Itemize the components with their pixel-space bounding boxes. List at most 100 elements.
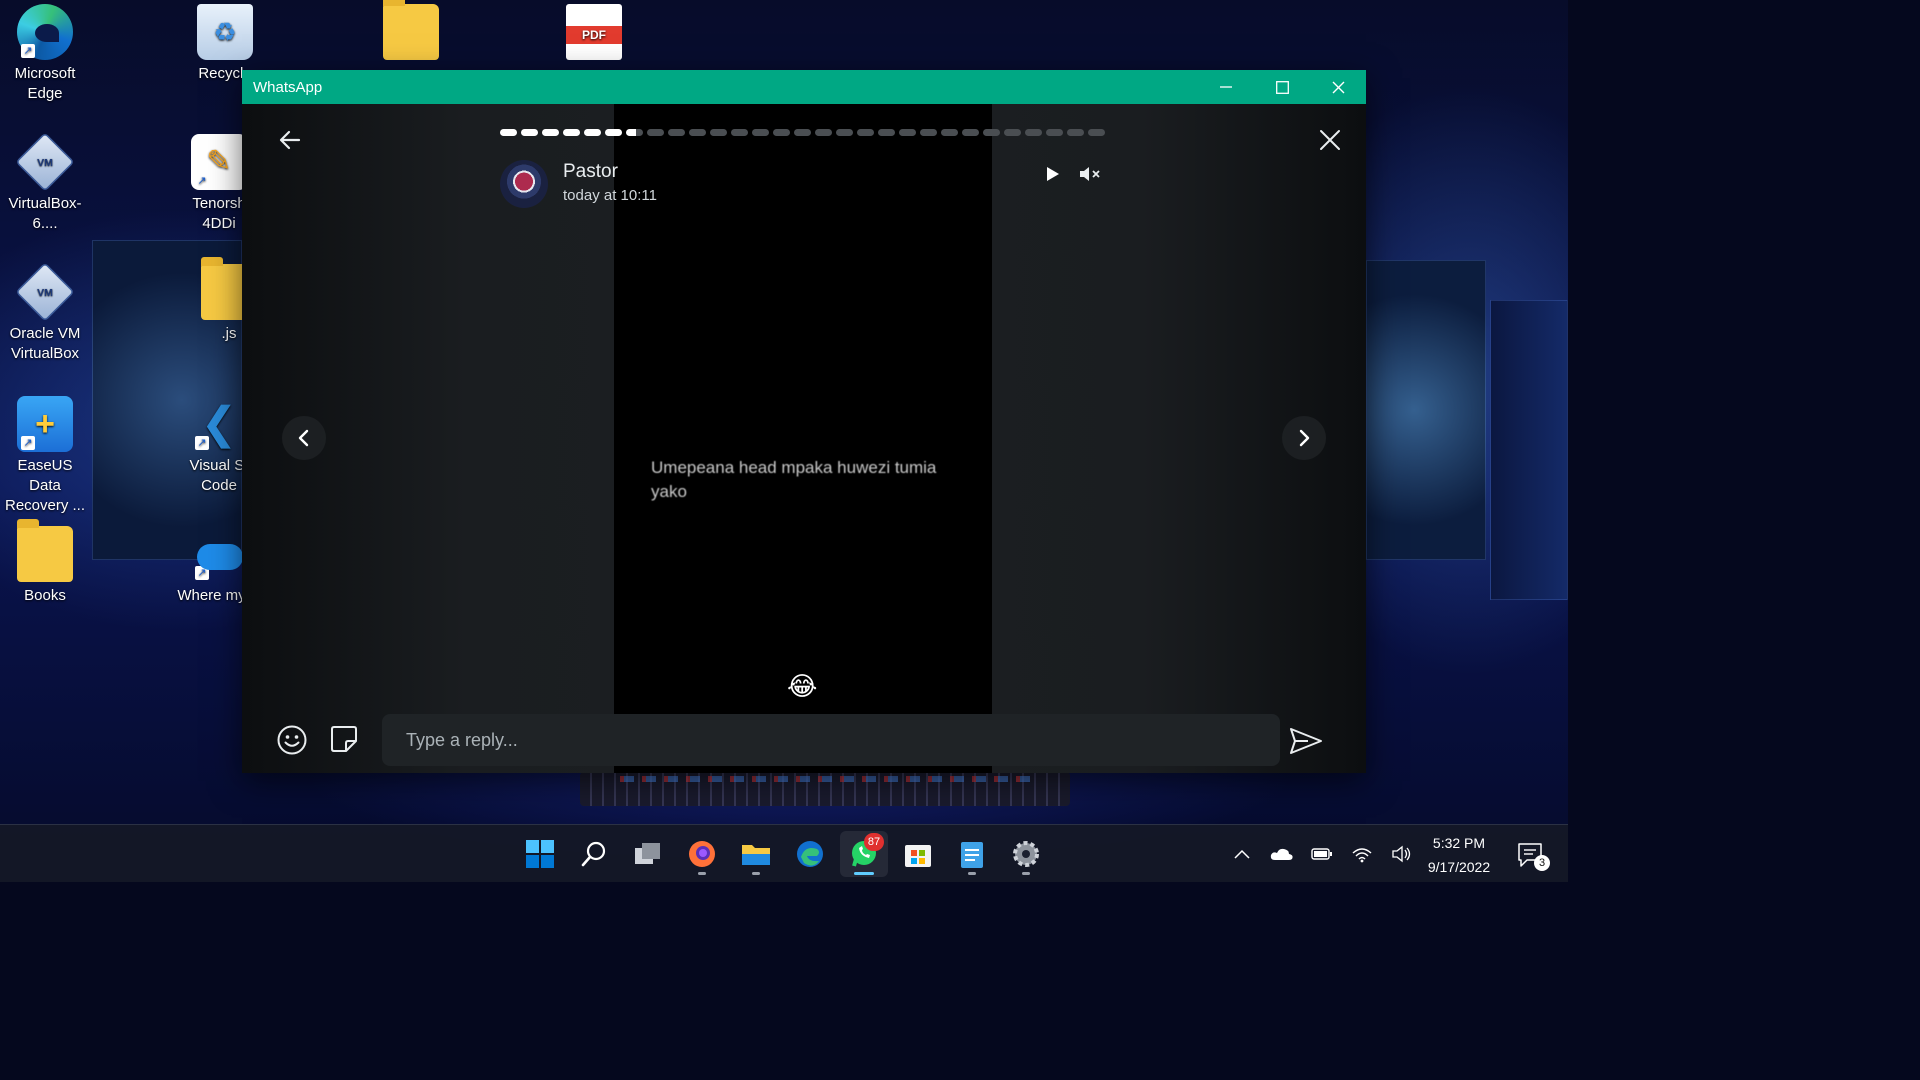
progress-segment <box>563 129 580 136</box>
notepad-app[interactable] <box>948 831 996 877</box>
wallpaper-keyboard <box>580 772 1070 806</box>
search-button[interactable] <box>570 831 618 877</box>
mute-button[interactable] <box>1078 164 1104 188</box>
back-button[interactable] <box>278 128 302 156</box>
wallpaper-panel <box>1490 300 1568 600</box>
microsoft-store-app[interactable] <box>894 831 942 877</box>
taskbar-apps: 87 <box>516 831 1050 877</box>
unread-badge: 87 <box>864 833 884 851</box>
desktop-icon-pdf[interactable] <box>549 4 639 64</box>
window-title: WhatsApp <box>253 78 323 96</box>
settings-gear-icon <box>1013 841 1039 867</box>
whatsapp-window: WhatsApp Pastor today at 10:11 Umepeana … <box>242 70 1366 773</box>
send-button[interactable] <box>1288 726 1324 760</box>
start-button[interactable] <box>516 831 564 877</box>
taskbar: 87 5:32 PM 9/17/2022 3 <box>0 824 1568 882</box>
reply-input[interactable] <box>382 714 1280 766</box>
close-icon <box>1332 81 1344 93</box>
whatsapp-app[interactable]: 87 <box>840 831 888 877</box>
avatar[interactable] <box>500 160 548 208</box>
task-view-button[interactable] <box>624 831 672 877</box>
desktop-icon-folder[interactable] <box>366 0 456 64</box>
firefox-icon <box>689 841 715 867</box>
progress-segment <box>983 129 1000 136</box>
tenorshare-icon: ↗ <box>191 134 247 190</box>
emoji-button[interactable] <box>276 724 308 760</box>
edge-app[interactable] <box>786 831 834 877</box>
file-explorer-app[interactable] <box>732 831 780 877</box>
running-indicator <box>968 872 976 875</box>
shortcut-arrow-icon: ↗ <box>195 174 209 188</box>
progress-segment <box>962 129 979 136</box>
progress-segment <box>584 129 601 136</box>
sticker-button[interactable] <box>329 724 359 758</box>
windows-start-icon <box>526 840 554 868</box>
progress-segment <box>731 129 748 136</box>
desktop-icon-edge[interactable]: ↗ Microsoft Edge <box>0 4 90 104</box>
clock-time: 5:32 PM <box>1432 835 1486 851</box>
task-view-icon <box>635 843 660 864</box>
smiley-icon <box>277 725 307 755</box>
show-hidden-icons-button[interactable] <box>1222 834 1262 874</box>
progress-segment <box>1088 129 1105 136</box>
desktop-icon-easeus[interactable]: ↗ EaseUS Data Recovery ... <box>0 396 90 516</box>
progress-segment <box>1025 129 1042 136</box>
desktop-icon-virtualbox-installer[interactable]: VirtualBox-6.... <box>0 132 90 234</box>
desktop-icon-label: Oracle VM VirtualBox <box>9 325 81 362</box>
wallpaper-panel <box>1366 260 1486 560</box>
play-button[interactable] <box>1042 164 1062 188</box>
network-button[interactable] <box>1342 834 1382 874</box>
previous-status-button[interactable] <box>282 416 326 460</box>
minimize-button[interactable] <box>1198 70 1254 104</box>
progress-segment <box>878 129 895 136</box>
progress-segment <box>500 129 517 136</box>
settings-app[interactable] <box>1002 831 1050 877</box>
taskbar-clock[interactable]: 5:32 PM 9/17/2022 <box>1410 831 1508 879</box>
next-status-button[interactable] <box>1282 416 1326 460</box>
chevron-right-icon <box>1299 429 1310 447</box>
onedrive-tray-button[interactable] <box>1262 834 1302 874</box>
sticker-icon <box>331 726 357 752</box>
progress-segment <box>920 129 937 136</box>
speaker-muted-icon <box>1080 167 1100 181</box>
chevron-left-icon <box>298 429 309 447</box>
progress-segment <box>857 129 874 136</box>
desktop-icon-label: Microsoft Edge <box>14 65 76 102</box>
desktop-icon-books[interactable]: Books <box>0 519 90 606</box>
running-indicator <box>1022 872 1030 875</box>
desktop-icon-oracle-vm[interactable]: Oracle VM VirtualBox <box>0 262 90 364</box>
progress-segment <box>689 129 706 136</box>
easeus-icon: ↗ <box>17 396 73 452</box>
progress-segment <box>647 129 664 136</box>
progress-segment <box>941 129 958 136</box>
close-status-button[interactable] <box>1318 128 1342 156</box>
pdf-icon <box>566 4 622 60</box>
cloud-icon <box>1270 848 1293 860</box>
progress-segment <box>773 129 790 136</box>
desktop-icon-label: VirtualBox-6.... <box>8 195 82 232</box>
progress-segment <box>1067 129 1084 136</box>
maximize-button[interactable] <box>1254 70 1310 104</box>
close-window-button[interactable] <box>1310 70 1366 104</box>
progress-segment <box>605 129 622 136</box>
shortcut-arrow-icon: ↗ <box>21 436 35 450</box>
arrow-left-icon <box>279 130 301 150</box>
notification-center-button[interactable]: 3 <box>1512 837 1552 877</box>
desktop-icon-label: Books <box>24 587 66 604</box>
folder-icon <box>383 0 439 60</box>
maximize-icon <box>1275 80 1289 94</box>
battery-button[interactable] <box>1302 834 1342 874</box>
progress-segment <box>710 129 727 136</box>
virtualbox-icon <box>15 262 75 322</box>
notepad-icon <box>961 842 983 868</box>
vscode-icon: ↗ <box>191 396 247 452</box>
virtualbox-icon <box>15 132 75 192</box>
clock-date: 9/17/2022 <box>1427 859 1491 875</box>
firefox-app[interactable] <box>678 831 726 877</box>
progress-segment <box>899 129 916 136</box>
window-titlebar[interactable]: WhatsApp <box>242 70 1366 104</box>
running-indicator <box>854 872 874 875</box>
notification-count: 3 <box>1534 855 1550 871</box>
minimize-icon <box>1220 86 1232 88</box>
progress-segment <box>668 129 685 136</box>
